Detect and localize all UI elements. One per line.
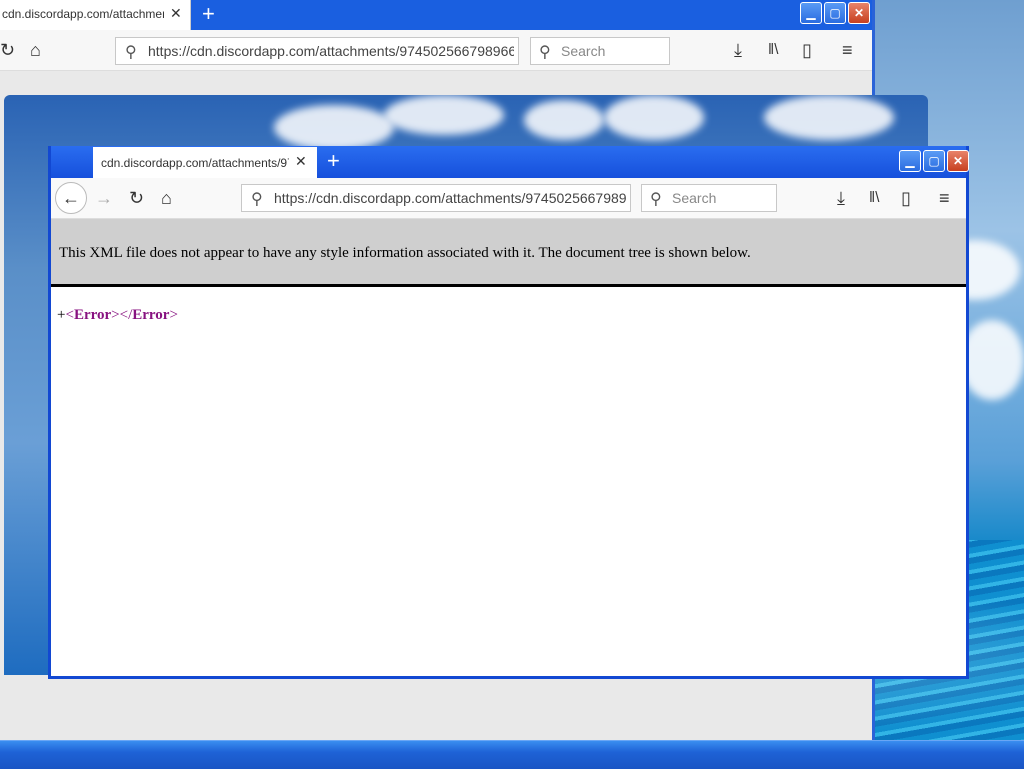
search-placeholder: Search xyxy=(672,190,717,206)
sidebar-icon[interactable]: ▯ xyxy=(802,40,812,60)
new-tab-icon[interactable]: + xyxy=(327,148,340,174)
back-tab[interactable]: cdn.discordapp.com/attachments/97450 ✕ xyxy=(0,0,191,30)
xml-info-banner: This XML file does not appear to have an… xyxy=(51,219,966,287)
xml-tree: +<Error></Error> xyxy=(57,307,178,324)
maximize-icon[interactable]: ▢ xyxy=(824,2,846,24)
sky-cloud xyxy=(524,100,604,140)
tab-title: cdn.discordapp.com/attachments/97450 xyxy=(101,156,289,170)
minimize-icon[interactable]: ▁ xyxy=(800,2,822,24)
browser-window: cdn.discordapp.com/attachments/97450 ✕ +… xyxy=(48,146,969,679)
back-icon[interactable]: ← xyxy=(55,182,87,214)
menu-icon[interactable]: ≡ xyxy=(842,40,853,60)
tag-bracket: > xyxy=(169,307,178,323)
library-icon[interactable]: ‖\ xyxy=(768,40,778,60)
library-icon[interactable]: ‖\ xyxy=(869,188,879,208)
back-tab-bar: cdn.discordapp.com/attachments/97450 ✕ +… xyxy=(0,0,872,30)
active-tab[interactable]: cdn.discordapp.com/attachments/97450 ✕ xyxy=(93,147,317,178)
home-icon[interactable]: ⌂ xyxy=(161,188,172,208)
forward-icon[interactable]: → xyxy=(95,188,113,208)
url-text: https://cdn.discordapp.com/attachments/9… xyxy=(274,190,626,206)
tag-bracket: < xyxy=(65,307,74,323)
download-icon[interactable]: ⤓ xyxy=(734,40,742,60)
reload-icon[interactable]: ↻ xyxy=(129,188,144,208)
page-content: This XML file does not appear to have an… xyxy=(51,219,966,676)
search-icon: ⚲ xyxy=(251,191,263,208)
taskbar xyxy=(0,740,1024,769)
search-box[interactable]: ⚲ Search xyxy=(641,184,777,212)
search-icon: ⚲ xyxy=(125,44,137,61)
desktop-cloud xyxy=(960,320,1024,400)
menu-icon[interactable]: ≡ xyxy=(939,188,950,208)
title-bar: cdn.discordapp.com/attachments/97450 ✕ +… xyxy=(51,146,969,178)
back-search-box[interactable]: ⚲ Search xyxy=(530,37,670,65)
close-icon[interactable]: ✕ xyxy=(295,153,307,170)
close-tag: Error xyxy=(132,307,170,323)
url-bar[interactable]: ⚲ https://cdn.discordapp.com/attachments… xyxy=(241,184,631,212)
back-search-placeholder: Search xyxy=(561,43,606,59)
open-tag: Error xyxy=(73,307,112,323)
sky-cloud xyxy=(384,95,504,135)
download-icon[interactable]: ⤓ xyxy=(837,188,845,208)
sky-cloud xyxy=(274,105,394,150)
home-icon[interactable]: ⌂ xyxy=(30,40,41,60)
xml-info-text: This XML file does not appear to have an… xyxy=(59,245,751,261)
navigation-toolbar: ← → ↻ ⌂ ⚲ https://cdn.discordapp.com/att… xyxy=(51,178,966,219)
reload-icon[interactable]: ↻ xyxy=(0,40,15,60)
close-icon[interactable]: ✕ xyxy=(170,5,182,22)
sky-cloud xyxy=(764,95,894,140)
tag-bracket: ></ xyxy=(111,307,133,323)
back-url-bar[interactable]: ⚲ https://cdn.discordapp.com/attachments… xyxy=(115,37,519,65)
sky-cloud xyxy=(604,95,704,140)
search-icon: ⚲ xyxy=(650,191,662,208)
back-tab-title: cdn.discordapp.com/attachments/97450 xyxy=(2,7,164,21)
close-window-button[interactable]: ✕ xyxy=(947,150,969,172)
sidebar-icon[interactable]: ▯ xyxy=(901,188,911,208)
minimize-icon[interactable]: ▁ xyxy=(899,150,921,172)
close-window-button[interactable]: ✕ xyxy=(848,2,870,24)
back-url-text: https://cdn.discordapp.com/attachments/9… xyxy=(148,43,514,59)
back-toolbar: ↻ ⌂ ⚲ https://cdn.discordapp.com/attachm… xyxy=(0,30,872,71)
maximize-icon[interactable]: ▢ xyxy=(923,150,945,172)
search-icon: ⚲ xyxy=(539,44,551,61)
new-tab-icon[interactable]: + xyxy=(202,1,215,27)
